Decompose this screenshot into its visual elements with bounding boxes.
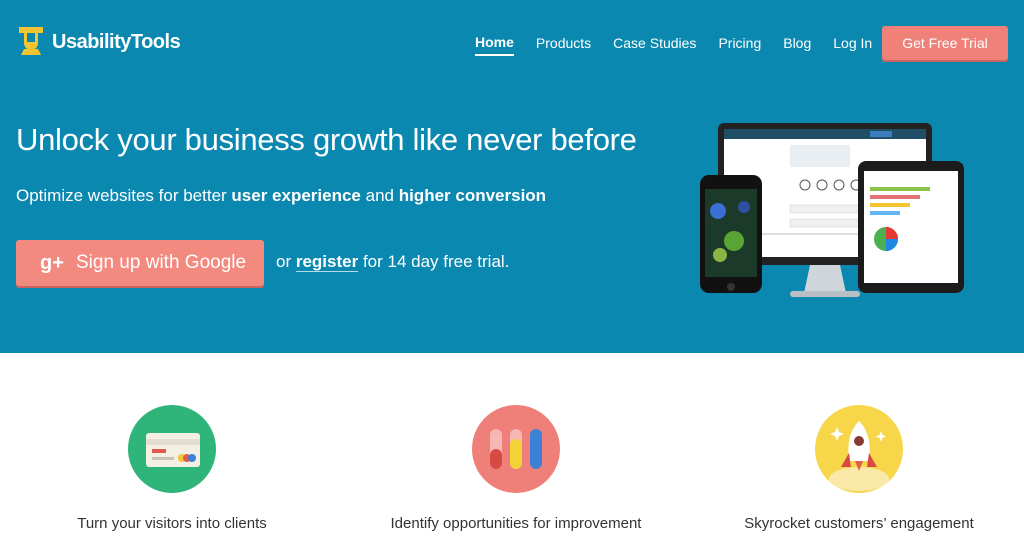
feature-engagement: Skyrocket customers’ engagement	[709, 405, 1009, 532]
brand-logo[interactable]: UsabilityTools	[16, 24, 181, 60]
trial-suffix: for 14 day free trial.	[358, 252, 510, 271]
get-free-trial-button[interactable]: Get Free Trial	[882, 26, 1008, 60]
subtitle-mid: and	[360, 186, 399, 205]
credit-card-icon	[128, 405, 216, 493]
nav-products[interactable]: Products	[536, 35, 591, 55]
subtitle-bold-conversion: higher conversion	[398, 186, 547, 205]
trial-text: or register for 14 day free trial.	[276, 252, 509, 272]
hero-subtitle: Optimize websites for better user experi…	[16, 186, 546, 206]
main-nav: Home Products Case Studies Pricing Blog …	[475, 34, 894, 56]
nav-login[interactable]: Log In	[833, 35, 872, 55]
feature-opportunities: Identify opportunities for improvement	[366, 405, 666, 532]
rocket-icon	[815, 405, 903, 493]
register-link[interactable]: register	[295, 252, 359, 272]
logo-icon	[19, 27, 43, 55]
google-plus-icon: g+	[40, 251, 64, 274]
nav-case-studies[interactable]: Case Studies	[613, 35, 696, 55]
subtitle-bold-ux: user experience	[231, 186, 361, 205]
nav-pricing[interactable]: Pricing	[718, 35, 761, 55]
page-title: Unlock your business growth like never b…	[16, 122, 637, 157]
devices-illustration	[700, 123, 964, 297]
subtitle-prefix: Optimize websites for better	[16, 186, 232, 205]
feature-clients: Turn your visitors into clients	[22, 405, 322, 532]
google-signup-button[interactable]: g+ Sign up with Google	[16, 240, 264, 286]
hero-section: UsabilityTools Home Products Case Studie…	[0, 0, 1024, 353]
nav-blog[interactable]: Blog	[783, 35, 811, 55]
bars-icon	[472, 405, 560, 493]
trial-prefix: or	[276, 252, 296, 271]
feature-caption-engagement: Skyrocket customers’ engagement	[744, 515, 974, 532]
feature-caption-opportunities: Identify opportunities for improvement	[390, 515, 642, 532]
brand-name: UsabilityTools	[52, 30, 181, 53]
nav-home[interactable]: Home	[475, 34, 514, 56]
google-signup-label: Sign up with Google	[76, 252, 247, 273]
feature-caption-clients: Turn your visitors into clients	[77, 515, 267, 532]
